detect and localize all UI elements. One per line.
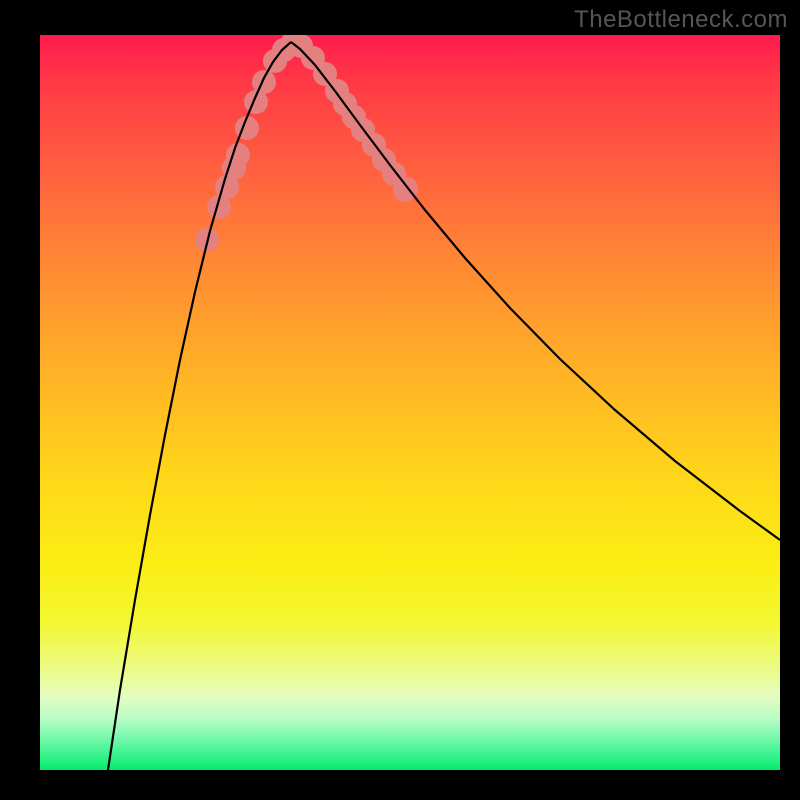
watermark-text: TheBottleneck.com [574,6,788,34]
chart-container: TheBottleneck.com [0,0,800,800]
marker-dots [195,35,418,252]
marker-dot [252,70,276,94]
chart-svg [40,35,780,770]
left-curve [108,42,291,770]
plot-area [40,35,780,770]
